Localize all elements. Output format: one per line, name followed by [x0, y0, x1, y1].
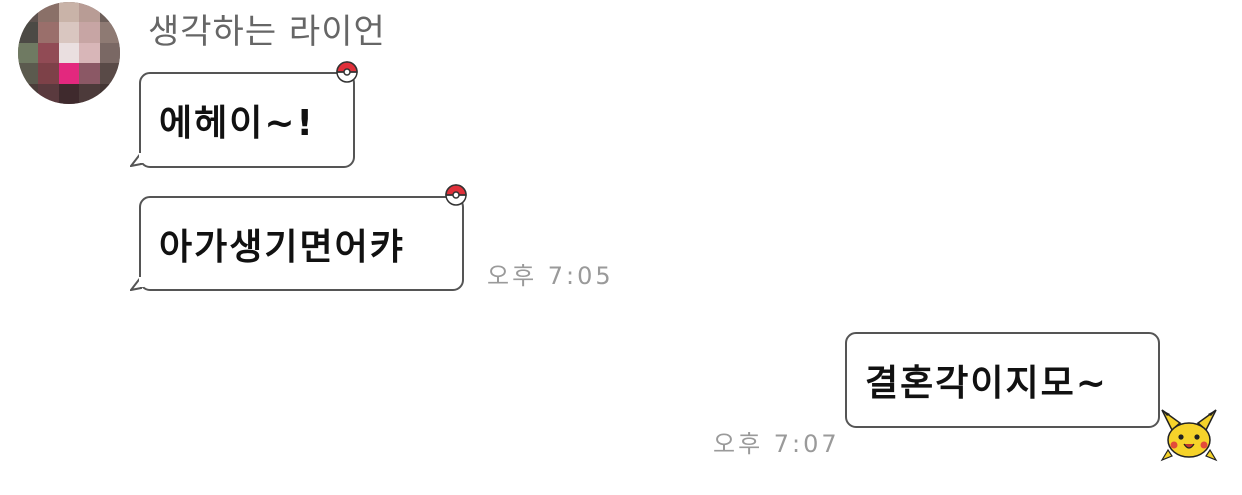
message-timestamp: 오후 7:07: [713, 430, 840, 458]
message-bubble-incoming[interactable]: 아가생기면어캬: [139, 196, 464, 291]
message-bubble-outgoing[interactable]: 결혼각이지모~: [845, 332, 1160, 428]
bubble-tail: [130, 153, 144, 167]
pokeball-icon: [336, 61, 358, 83]
message-timestamp: 오후 7:05: [487, 262, 614, 290]
pikachu-icon: [1160, 409, 1218, 462]
bubble-tail: [130, 277, 144, 291]
message-text: 결혼각이지모~: [865, 363, 1108, 404]
sender-name: 생각하는 라이언: [148, 12, 386, 52]
pokeball-icon: [445, 184, 467, 206]
avatar[interactable]: [18, 2, 120, 104]
message-bubble-incoming[interactable]: 에헤이~!: [139, 72, 355, 168]
message-text: 아가생기면어캬: [159, 226, 405, 268]
message-text: 에헤이~!: [159, 103, 315, 144]
